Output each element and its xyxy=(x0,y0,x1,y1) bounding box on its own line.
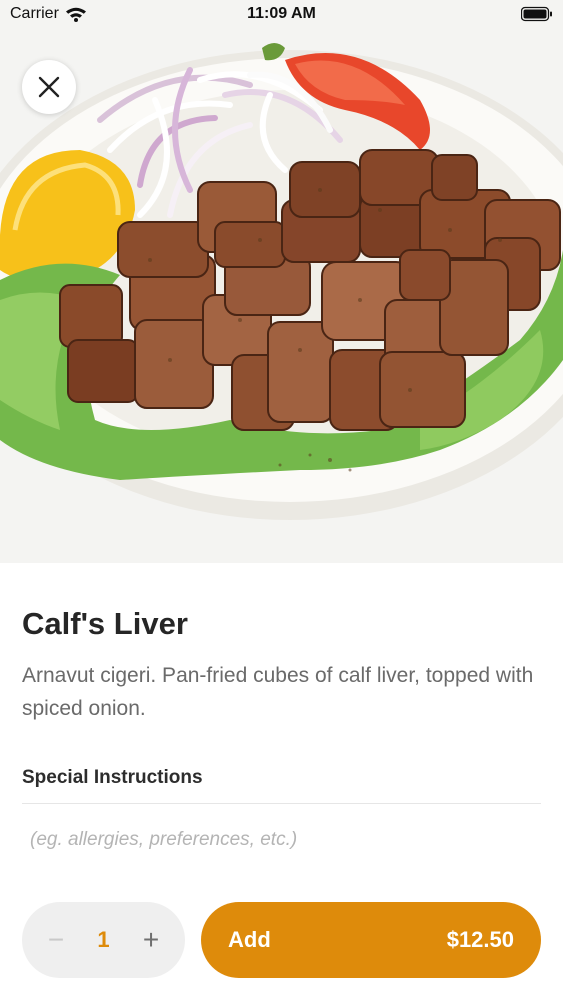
status-time: 11:09 AM xyxy=(247,5,316,22)
item-description: Arnavut cigeri. Pan-fried cubes of calf … xyxy=(22,664,534,720)
quantity-value: 1 xyxy=(97,927,110,952)
item-price: $12.50 xyxy=(446,927,514,952)
increase-quantity-button[interactable]: + xyxy=(139,926,163,954)
close-button[interactable] xyxy=(22,60,76,114)
food-photo xyxy=(0,0,563,563)
special-instructions-label: Special Instructions xyxy=(22,767,203,788)
item-title: Calf's Liver xyxy=(22,606,188,641)
decrease-quantity-button[interactable]: − xyxy=(44,926,68,954)
food-photo-illustration xyxy=(0,0,563,563)
special-instructions-input[interactable] xyxy=(22,820,541,860)
status-bar: Carrier 11:09 AM xyxy=(0,0,563,30)
add-button-label: Add xyxy=(228,927,271,952)
divider xyxy=(22,803,541,804)
quantity-stepper: − 1 + xyxy=(22,902,185,978)
close-icon xyxy=(38,76,60,98)
battery-icon xyxy=(521,6,552,22)
add-to-order-button[interactable]: Add $12.50 xyxy=(201,902,541,978)
